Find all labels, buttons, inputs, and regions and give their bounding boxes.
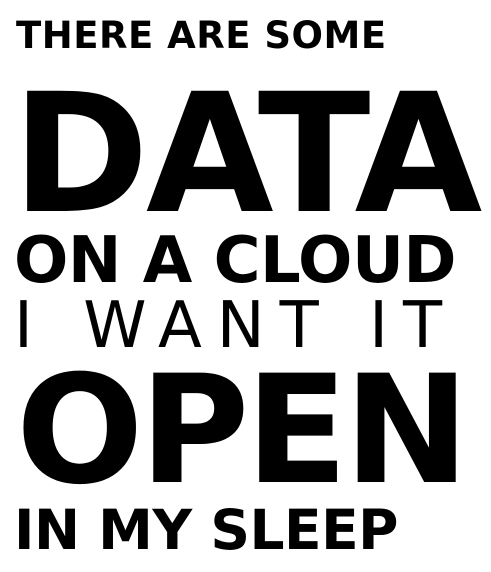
- text-poster: THERE ARE SOME DATA ON A CLOUD I WANT IT…: [0, 0, 491, 572]
- poster-line-2: DATA: [12, 58, 482, 250]
- poster-line-6: IN MY SLEEP: [14, 498, 398, 562]
- poster-line-1: THERE ARE SOME: [16, 14, 387, 57]
- poster-line-3: ON A CLOUD: [14, 224, 457, 298]
- poster-line-5: OPEN: [16, 344, 469, 518]
